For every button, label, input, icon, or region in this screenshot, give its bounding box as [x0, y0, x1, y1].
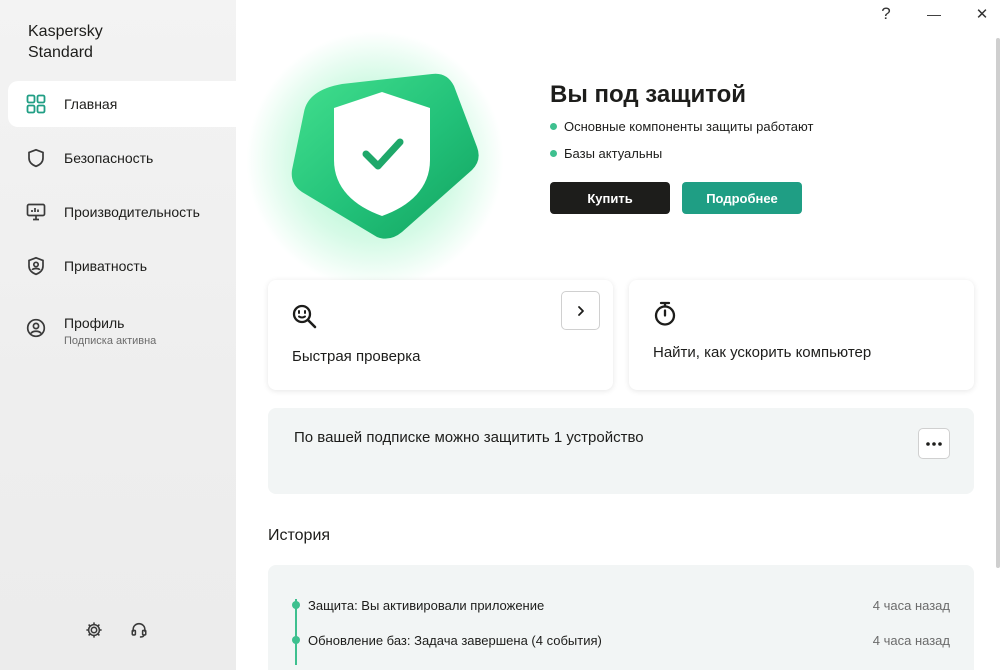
- sidebar-item-label: Приватность: [64, 258, 148, 274]
- app-title: Kaspersky Standard: [28, 23, 103, 61]
- sidebar-item-privacy[interactable]: Приватность: [8, 243, 236, 289]
- history-panel: Защита: Вы активировали приложение 4 час…: [268, 565, 974, 670]
- sidebar-item-label: Безопасность: [64, 150, 154, 166]
- history-item-text[interactable]: Защита: Вы активировали приложение: [308, 598, 544, 613]
- speed-up-card[interactable]: Найти, как ускорить компьютер: [629, 280, 974, 390]
- history-title: История: [268, 527, 331, 544]
- monitor-icon: [26, 202, 46, 222]
- history-item-text[interactable]: Обновление баз: Задача завершена (4 собы…: [308, 633, 602, 648]
- history-item-time: 4 часа назад: [872, 633, 950, 648]
- shield-icon: [26, 148, 46, 168]
- more-dots-icon: [926, 441, 942, 446]
- status-item: Основные компоненты защиты работают: [550, 119, 813, 134]
- buy-button[interactable]: Купить: [550, 182, 670, 214]
- subscription-status: Подписка активна: [64, 335, 157, 347]
- protection-status-title: Вы под защитой: [550, 81, 747, 108]
- subscription-panel: По вашей подписке можно защитить 1 устро…: [268, 408, 974, 494]
- sidebar: Kaspersky Standard Главная Безопасность: [0, 0, 236, 670]
- sidebar-item-label: Профиль: [64, 315, 125, 331]
- sidebar-item-security[interactable]: Безопасность: [8, 135, 236, 181]
- details-button[interactable]: Подробнее: [682, 182, 802, 214]
- status-dot: [550, 150, 557, 157]
- close-button[interactable]: ✕: [968, 3, 996, 25]
- subscription-text: По вашей подписке можно защитить 1 устро…: [294, 429, 644, 446]
- sidebar-item-label: Производительность: [64, 204, 200, 220]
- scan-search-icon: [292, 304, 317, 329]
- history-item-time: 4 часа назад: [872, 598, 950, 613]
- minimize-button[interactable]: —: [920, 3, 948, 25]
- sidebar-item-label: Главная: [64, 96, 118, 112]
- sidebar-item-profile[interactable]: Профиль Подписка активна: [8, 304, 236, 352]
- headset-icon[interactable]: [129, 620, 149, 640]
- history-dot: [292, 601, 300, 609]
- quick-scan-arrow-button[interactable]: [561, 291, 600, 330]
- speed-up-title: Найти, как ускорить компьютер: [653, 344, 872, 361]
- stopwatch-icon: [654, 301, 676, 326]
- chevron-right-icon: [577, 305, 584, 316]
- status-dot: [550, 123, 557, 130]
- home-grid-icon: [26, 94, 46, 114]
- quick-scan-title: Быстрая проверка: [292, 348, 421, 365]
- protected-shield-icon: [291, 73, 479, 239]
- quick-scan-card[interactable]: Быстрая проверка: [268, 280, 613, 390]
- more-options-button[interactable]: [918, 428, 950, 459]
- sidebar-item-home[interactable]: Главная: [8, 81, 236, 127]
- status-item: Базы актуальны: [550, 146, 662, 161]
- help-button[interactable]: ?: [872, 3, 900, 25]
- gear-icon[interactable]: [84, 620, 104, 640]
- privacy-shield-icon: [26, 256, 46, 276]
- sidebar-item-performance[interactable]: Производительность: [8, 189, 236, 235]
- user-icon: [26, 318, 46, 338]
- history-dot: [292, 636, 300, 644]
- scrollbar[interactable]: [996, 38, 1000, 568]
